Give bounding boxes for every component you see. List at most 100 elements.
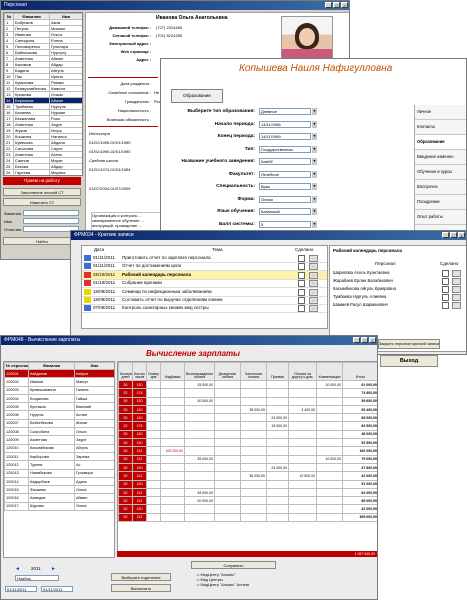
done-checkbox[interactable] — [298, 305, 305, 313]
table-row[interactable]: 120017 Шурова Ольга — [4, 501, 114, 512]
person-dropdown-icon[interactable] — [452, 302, 461, 309]
done-checkbox[interactable] — [298, 271, 305, 279]
table-row[interactable]: 120008 Скоробина Ольга — [4, 427, 114, 437]
grid-row[interactable]: 30 120 53 500,00 — [118, 438, 377, 448]
maximize-icon[interactable]: □ — [361, 337, 368, 343]
fill-personal-card-button[interactable]: Заполнение личной СТ — [3, 188, 81, 196]
close-icon[interactable]: × — [369, 337, 376, 343]
minimize-icon[interactable]: _ — [325, 2, 332, 8]
education-field-input[interactable]: 5 — [259, 220, 311, 228]
grid-row[interactable]: 30 112 36 000,00 10 000,00 42 000,00 — [118, 471, 377, 481]
done-checkbox[interactable] — [298, 288, 305, 296]
minimize-icon[interactable]: _ — [353, 337, 360, 343]
row-dropdown-icon[interactable]: … — [309, 263, 318, 271]
person-dropdown-icon[interactable] — [452, 286, 461, 293]
next-year-button[interactable]: ► — [51, 566, 56, 572]
exit-button[interactable]: Выход — [380, 355, 438, 367]
table-row[interactable]: 120001 Кайданов Кайрат — [4, 368, 114, 379]
table-row[interactable]: 120014 Кадырбаев Адиль — [4, 476, 114, 487]
hire-bar[interactable]: Прием на работу — [3, 177, 81, 185]
table-row[interactable]: 120011 Кауборова Зарема — [4, 451, 114, 462]
done-checkbox[interactable] — [298, 297, 305, 304]
education-field-input[interactable]: Врач — [259, 183, 311, 190]
grid-column-header[interactable]: Кол-во часов — [132, 362, 147, 381]
table-row[interactable]: 120016 Ахмедов Айман — [4, 493, 114, 503]
education-field-input[interactable]: Дневное — [259, 108, 311, 115]
grid-column-header[interactable]: Итого — [342, 362, 377, 381]
person-done-checkbox[interactable] — [442, 294, 449, 301]
nav-item[interactable]: Контакты — [415, 120, 466, 135]
education-field-input[interactable]: Казахский — [259, 208, 311, 215]
person-dropdown-icon[interactable] — [452, 278, 461, 285]
grid-row[interactable]: 30 112 105 000,00 160 000,00 — [118, 446, 377, 456]
select-department-button[interactable]: Выберите отделение — [111, 573, 171, 581]
dropdown-arrow-icon[interactable]: ▼ — [312, 133, 317, 140]
table-row[interactable]: 120015 Фазыева Ольга — [4, 485, 114, 495]
table-row[interactable]: 120004 Богданова Гайша — [4, 393, 114, 404]
person-dropdown-icon[interactable] — [452, 294, 461, 301]
done-checkbox[interactable] — [298, 263, 305, 271]
grid-row[interactable]: 30 120 35 000,00 4 400,00 53 400,00 — [118, 404, 377, 415]
grid-row[interactable]: 30 120 42 000,00 — [118, 504, 377, 514]
row-dropdown-icon[interactable]: … — [309, 288, 318, 296]
filter-name-input[interactable] — [23, 218, 79, 224]
table-row[interactable]: 120013 Наимбекова Гульмира — [4, 468, 114, 478]
education-field-input[interactable]: Лечебное — [259, 170, 311, 178]
column-header-personnel-number[interactable]: № персонала — [4, 362, 29, 370]
dropdown-arrow-icon[interactable]: ▼ — [312, 183, 317, 190]
grid-row[interactable]: 30 112 45 000,00 64 000,00 — [118, 487, 377, 498]
person-done-checkbox[interactable] — [442, 302, 449, 309]
dropdown-arrow-icon[interactable]: ▼ — [312, 208, 317, 215]
row-dropdown-icon[interactable]: … — [309, 255, 318, 262]
grid-row[interactable]: 30 120 24 000,00 37 600,00 — [118, 462, 377, 473]
prev-year-button[interactable]: ◄ — [15, 566, 20, 572]
grid-row[interactable]: 30 120 48 000,00 — [118, 429, 377, 440]
table-row[interactable]: 120006 Нурулы Аслан — [4, 410, 114, 420]
table-row[interactable]: 120010 Касымбекова Айгуль — [4, 443, 114, 453]
grid-row[interactable]: 30 112 20 000,00 66 000,00 — [118, 496, 377, 506]
done-checkbox[interactable] — [298, 280, 305, 288]
grid-column-header[interactable]: Вознаграждение оплата — [184, 362, 215, 381]
minimize-icon[interactable]: _ — [442, 232, 449, 238]
grid-row[interactable]: 22 176 15 000,00 64 500,00 — [118, 421, 377, 431]
column-header-date[interactable]: Дата — [94, 247, 104, 252]
grid-column-header[interactable]: Премия — [266, 362, 289, 381]
grid-column-header[interactable]: Номер дня — [146, 362, 161, 381]
grid-row[interactable]: 30 120 30 000,00 59 600,00 — [118, 396, 377, 406]
nav-item[interactable]: Введение изменен — [415, 150, 466, 165]
grid-row[interactable]: 30 120 51 000,00 — [118, 479, 377, 489]
education-field-input[interactable]: 14/11/1986 — [259, 120, 311, 128]
column-header-topic[interactable]: Тема — [212, 247, 223, 252]
close-icon[interactable]: × — [458, 232, 465, 238]
table-row[interactable]: 120005 Булгаков Василий — [4, 402, 114, 412]
nav-item[interactable]: Образование — [415, 135, 466, 150]
table-row[interactable]: 120003 Кривошапкина Галина — [4, 385, 114, 395]
row-dropdown-icon[interactable]: … — [309, 280, 318, 288]
maximize-icon[interactable]: □ — [333, 2, 340, 8]
dropdown-arrow-icon[interactable]: ▼ — [312, 145, 317, 153]
person-dropdown-icon[interactable] — [452, 270, 461, 277]
dropdown-arrow-icon[interactable]: ▼ — [312, 220, 317, 228]
tree-item[interactable]: -> МедЦентр "Альянс" Астана — [196, 583, 249, 588]
grid-row[interactable]: 30 112 305 000,00 — [118, 512, 377, 523]
person-done-checkbox[interactable] — [442, 286, 449, 293]
grid-row[interactable]: 30 120 15 000,00 10 000,00 61 000,00 — [118, 379, 377, 390]
tab-education[interactable]: Образование — [171, 89, 223, 103]
table-row[interactable]: 120012 Туреев Ас — [4, 460, 114, 470]
grid-row[interactable]: 30 120 24 000,00 69 000,00 — [118, 413, 377, 423]
table-row[interactable]: 120007 Бейсебекова Жанат — [4, 418, 114, 429]
date-to-input[interactable]: 01/11/2011 — [41, 586, 73, 592]
row-dropdown-icon[interactable]: … — [309, 271, 318, 279]
table-row[interactable]: 120009 Ахметова Зауре — [4, 435, 114, 445]
month-select[interactable]: Ноябрь — [15, 575, 59, 581]
grid-column-header[interactable]: Дежурство оплата — [214, 362, 241, 381]
nav-item[interactable]: Поощрение — [415, 195, 466, 210]
person-done-checkbox[interactable] — [442, 278, 449, 285]
dropdown-arrow-icon[interactable]: ▼ — [312, 158, 317, 165]
grid-row[interactable]: 22 176 74 600,00 — [118, 388, 377, 398]
education-field-input[interactable]: Очная — [259, 195, 311, 203]
nav-item[interactable]: Обучение и курсы — [415, 165, 466, 180]
education-field-input[interactable]: КазМУ — [259, 158, 311, 165]
column-header-done[interactable]: Сделано — [295, 247, 313, 252]
column-header-surname[interactable]: Фамилия — [28, 362, 75, 370]
